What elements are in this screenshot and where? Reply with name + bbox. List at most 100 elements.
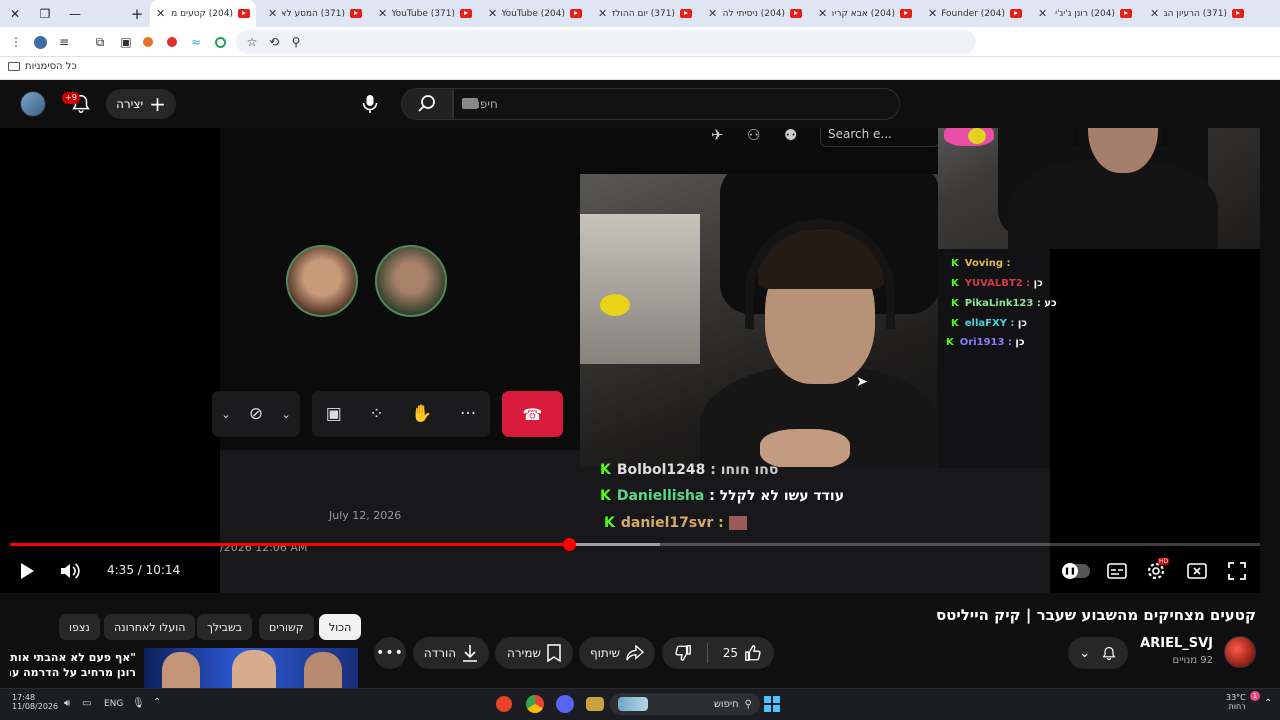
language-indicator[interactable]: ENG bbox=[104, 699, 123, 709]
browser-tab[interactable]: (371) הרעיון הבא ✕ bbox=[1144, 0, 1250, 27]
mute-button[interactable] bbox=[58, 560, 82, 582]
shelf bbox=[580, 214, 700, 364]
chip-recently-uploaded[interactable]: הועלו לאחרונה bbox=[104, 614, 196, 640]
video-title: קטעים מצחיקים מהשבוע שעבר | קיק הייליטס bbox=[935, 606, 1256, 624]
channel-name[interactable]: ARIEL_SVJ bbox=[1140, 636, 1213, 651]
avatar[interactable] bbox=[20, 91, 46, 117]
close-tab-icon[interactable]: ✕ bbox=[488, 7, 497, 20]
download-button[interactable]: הורדה bbox=[413, 637, 489, 669]
volume-icon bbox=[61, 563, 80, 579]
menu-icon[interactable]: ⋮ bbox=[8, 34, 24, 50]
extensions-icon[interactable]: ⧉ bbox=[92, 34, 108, 50]
minimize-window-button[interactable]: — bbox=[60, 0, 90, 27]
settings-button[interactable]: HD bbox=[1144, 558, 1170, 582]
time-display: 4:35 / 10:14 bbox=[107, 563, 181, 577]
chip-watched[interactable]: נצפו bbox=[59, 614, 100, 640]
like-button[interactable]: 25 bbox=[723, 644, 762, 662]
search-highlight-image bbox=[618, 697, 648, 711]
side-chat-user: PikaLink123 bbox=[964, 298, 1034, 309]
miniplayer-button[interactable] bbox=[1185, 560, 1209, 582]
close-tab-icon[interactable]: ✕ bbox=[708, 7, 717, 20]
chrome-icon[interactable] bbox=[526, 695, 544, 713]
discord-icon[interactable] bbox=[556, 695, 574, 713]
taskbar-search[interactable]: ⚲ חיפוש bbox=[610, 693, 760, 715]
close-tab-icon[interactable]: ✕ bbox=[818, 7, 827, 20]
fullscreen-icon bbox=[1228, 562, 1246, 580]
progress-bar[interactable] bbox=[10, 538, 1260, 551]
recommended-thumbnail[interactable] bbox=[144, 648, 358, 688]
browser-tab[interactable]: (204) ניסיתי להשי ✕ bbox=[702, 0, 808, 27]
browser-tab[interactable]: (371) YouTube ✕ bbox=[372, 0, 478, 27]
close-tab-icon[interactable]: ✕ bbox=[156, 7, 165, 20]
extension-icon[interactable] bbox=[164, 34, 180, 50]
scrubber-handle[interactable] bbox=[562, 538, 576, 551]
profile-icon[interactable] bbox=[32, 34, 48, 50]
video-player[interactable]: ✈ ⚇ ⚉ Search e... ⌄ ⊘ ⌄ ▣ ⁘ ✋ ··· ☎ July… bbox=[0, 128, 1260, 593]
subscribe-bell-button[interactable]: ⌄ bbox=[1068, 637, 1128, 669]
windows-start-icon[interactable] bbox=[764, 696, 780, 712]
close-tab-icon[interactable]: ✕ bbox=[1150, 7, 1159, 20]
chevron-down-icon: ⌄ bbox=[281, 407, 291, 421]
close-tab-icon[interactable]: ✕ bbox=[378, 7, 387, 20]
create-button[interactable]: יצירה + bbox=[106, 89, 176, 119]
chip-all[interactable]: הכול bbox=[319, 614, 362, 640]
save-button[interactable]: שמירה bbox=[495, 637, 573, 669]
bookmark-star-icon[interactable]: ☆ bbox=[244, 34, 260, 50]
close-tab-icon[interactable]: ✕ bbox=[598, 7, 607, 20]
voice-search-button[interactable] bbox=[352, 89, 388, 119]
restore-window-button[interactable]: ❐ bbox=[30, 0, 60, 27]
search-input[interactable]: חיפוש bbox=[453, 88, 900, 120]
subtitles-button[interactable] bbox=[1105, 560, 1129, 582]
keyboard-icon[interactable] bbox=[462, 98, 478, 109]
recommended-title[interactable]: "אף פעם לא אהבתי אותו" | רונן מרחיב על ה… bbox=[10, 650, 136, 680]
file-explorer-icon[interactable] bbox=[586, 697, 604, 711]
chip-for-you[interactable]: בשבילך bbox=[197, 614, 253, 640]
address-bar[interactable]: ☆ ⟲ ⚲ bbox=[236, 30, 976, 54]
meeting-action-controls: ▣ ⁘ ✋ ··· bbox=[312, 391, 490, 437]
browser-tab[interactable]: (204) deFounder ✕ bbox=[922, 0, 1028, 27]
play-button[interactable] bbox=[15, 560, 39, 582]
search-button[interactable] bbox=[401, 88, 453, 120]
mic-icon[interactable]: 🎙︎ bbox=[132, 698, 145, 709]
close-window-button[interactable]: ✕ bbox=[0, 0, 30, 27]
like-dislike-group: 25 bbox=[662, 637, 774, 669]
app-icon[interactable] bbox=[496, 696, 512, 712]
browser-tab[interactable]: (204) YouTube ✕ bbox=[482, 0, 588, 27]
clock[interactable]: 17:48 11/08/2026 bbox=[12, 693, 58, 711]
zoom-icon[interactable]: ⚲ bbox=[288, 34, 304, 50]
share-button[interactable]: שיתוף bbox=[579, 637, 655, 669]
browser-tab[interactable]: (204) קטעים מ ✕ bbox=[150, 0, 256, 27]
plus-icon: + bbox=[149, 92, 166, 116]
extension-icon[interactable]: ≈ bbox=[188, 34, 204, 50]
dislike-button[interactable] bbox=[674, 644, 692, 662]
browser-tab[interactable]: (371) המסע לארץ ✕ bbox=[262, 0, 368, 27]
network-icon[interactable]: ▭ bbox=[82, 698, 91, 709]
youtube-favicon-icon bbox=[790, 9, 802, 18]
weather-widget[interactable]: 33°C רחות bbox=[1226, 693, 1246, 711]
more-actions-button[interactable]: ••• bbox=[374, 637, 406, 669]
fullscreen-button[interactable] bbox=[1225, 560, 1249, 582]
extension-icon[interactable]: ▣ bbox=[118, 34, 134, 50]
extension-icon[interactable] bbox=[212, 34, 228, 50]
share-icon bbox=[626, 645, 645, 661]
chevron-up-icon[interactable]: ⌃ bbox=[1264, 698, 1272, 709]
browser-tab[interactable]: (204) רונן ג'יג'י הא ✕ bbox=[1032, 0, 1138, 27]
close-tab-icon[interactable]: ✕ bbox=[928, 7, 937, 20]
tab-title: (371) יום ההולדת bbox=[612, 8, 675, 19]
close-tab-icon[interactable]: ✕ bbox=[1038, 7, 1047, 20]
extension-icon[interactable] bbox=[140, 34, 156, 50]
media-icon[interactable]: ≡ bbox=[56, 34, 72, 50]
new-tab-button[interactable]: + bbox=[122, 0, 152, 27]
all-bookmarks-folder[interactable]: כל הסימניות bbox=[8, 61, 77, 72]
bell-icon bbox=[1102, 646, 1116, 660]
speaker-icon[interactable]: 🔊︎ bbox=[64, 698, 70, 709]
chip-related[interactable]: קשורים bbox=[259, 614, 314, 640]
close-tab-icon[interactable]: ✕ bbox=[268, 7, 277, 20]
chevron-up-icon[interactable]: ⌃ bbox=[153, 697, 161, 708]
autoplay-toggle[interactable]: ❚❚ bbox=[1061, 560, 1091, 582]
channel-avatar[interactable] bbox=[1224, 636, 1256, 668]
mouse-cursor-icon: ➤ bbox=[856, 374, 868, 390]
browser-tab[interactable]: (204) אבא קריר ✕ bbox=[812, 0, 918, 27]
browser-tab[interactable]: (371) יום ההולדת ✕ bbox=[592, 0, 698, 27]
translate-icon[interactable]: ⟲ bbox=[266, 34, 282, 50]
